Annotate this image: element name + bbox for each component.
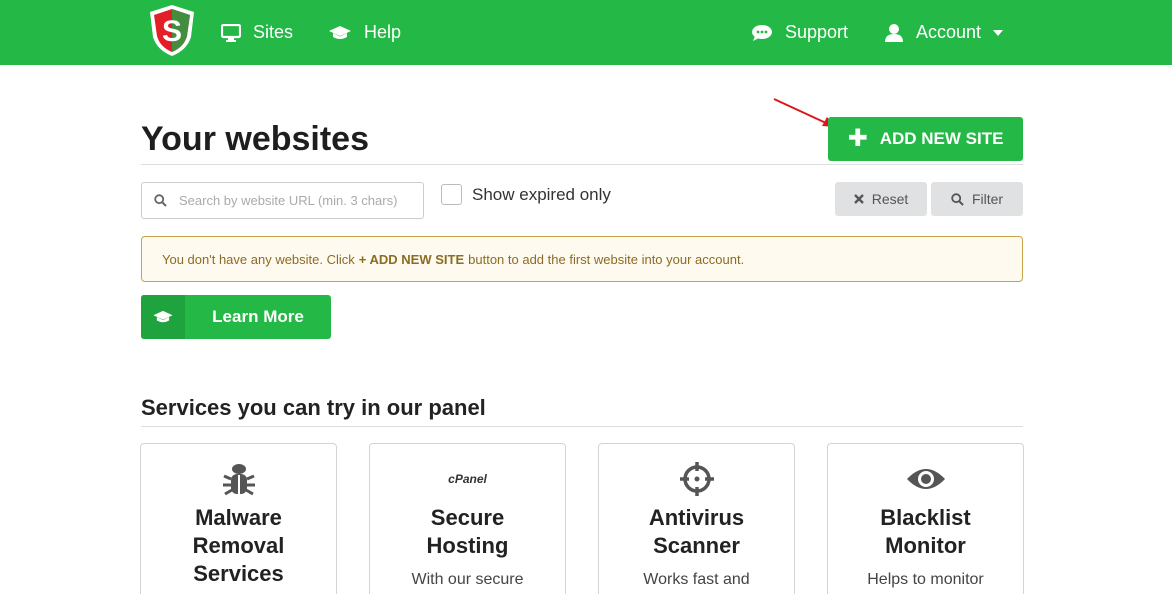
service-card-hosting[interactable]: cPanel Secure Hosting With our secure ho…: [369, 443, 566, 594]
service-title: Antivirus Scanner: [648, 505, 745, 558]
nav-sites-label: Sites: [253, 22, 294, 42]
graduation-cap-icon: [329, 25, 351, 39]
service-title: Malware Removal Services: [192, 505, 285, 586]
close-icon: [853, 194, 864, 204]
nav-account-label: Account: [916, 22, 982, 42]
learn-more-button[interactable]: Learn More: [141, 295, 331, 339]
nav-support-label: Support: [785, 22, 849, 42]
nav-support[interactable]: Support: [751, 0, 848, 65]
chat-bubble-icon: [752, 24, 772, 41]
crosshair-icon: [679, 462, 714, 496]
alert-text-before: You don't have any website. Click: [162, 251, 355, 267]
show-expired-toggle[interactable]: Show expired only: [441, 184, 611, 205]
filter-button[interactable]: Filter: [931, 182, 1023, 216]
alert-text-after: button to add the first website into you…: [468, 251, 745, 267]
search-input[interactable]: [179, 193, 409, 208]
service-title: Secure Hosting: [426, 505, 509, 558]
service-desc: With our secure hosting packages you: [411, 571, 524, 588]
add-new-site-button[interactable]: ✚ ADD NEW SITE: [828, 117, 1023, 161]
monitor-icon: [221, 23, 241, 42]
service-desc: Helps to monitor: [867, 571, 984, 588]
reset-label: Reset: [871, 191, 909, 207]
service-title: Blacklist Monitor: [880, 505, 971, 558]
eye-icon: [906, 469, 945, 489]
user-icon: [885, 23, 903, 42]
graduation-cap-icon: [153, 310, 173, 323]
chevron-down-icon: [993, 29, 1004, 36]
service-card-antivirus[interactable]: Antivirus Scanner Works fast and: [598, 443, 795, 594]
alert-text-highlight: + ADD NEW SITE: [358, 251, 465, 267]
empty-sites-alert: You don't have any website. Click + ADD …: [141, 236, 1023, 282]
svg-text:S: S: [162, 15, 182, 48]
learn-more-label: Learn More: [212, 307, 304, 326]
shield-logo-icon: S: [150, 5, 194, 56]
services-title: Services you can try in our panel: [141, 395, 486, 420]
add-new-site-label: ADD NEW SITE: [879, 129, 1004, 148]
service-card-blacklist[interactable]: Blacklist Monitor Helps to monitor: [827, 443, 1024, 594]
bug-icon: [222, 464, 255, 496]
filter-label: Filter: [971, 191, 1004, 207]
services-divider: [141, 426, 1023, 427]
cpanel-icon: cPanel: [448, 472, 487, 486]
search-icon: [951, 192, 964, 206]
nav-sites[interactable]: Sites: [221, 0, 293, 65]
page-title: Your websites: [141, 120, 369, 158]
title-divider: [141, 164, 1023, 165]
logo[interactable]: S: [147, 3, 197, 57]
nav-help[interactable]: Help: [328, 0, 401, 65]
nav-account[interactable]: Account: [884, 0, 1004, 65]
service-card-malware[interactable]: Malware Removal Services: [140, 443, 337, 594]
nav-help-label: Help: [364, 22, 402, 42]
reset-button[interactable]: Reset: [835, 182, 927, 216]
search-icon: [154, 194, 167, 207]
show-expired-label: Show expired only: [472, 184, 611, 204]
search-box[interactable]: [141, 182, 424, 219]
learn-more-icon-box: [141, 295, 185, 339]
top-navbar: S Sites Help Support Account: [0, 0, 1172, 65]
service-desc: Works fast and: [643, 571, 750, 588]
plus-icon: ✚: [847, 125, 868, 152]
show-expired-checkbox[interactable]: [441, 184, 462, 205]
